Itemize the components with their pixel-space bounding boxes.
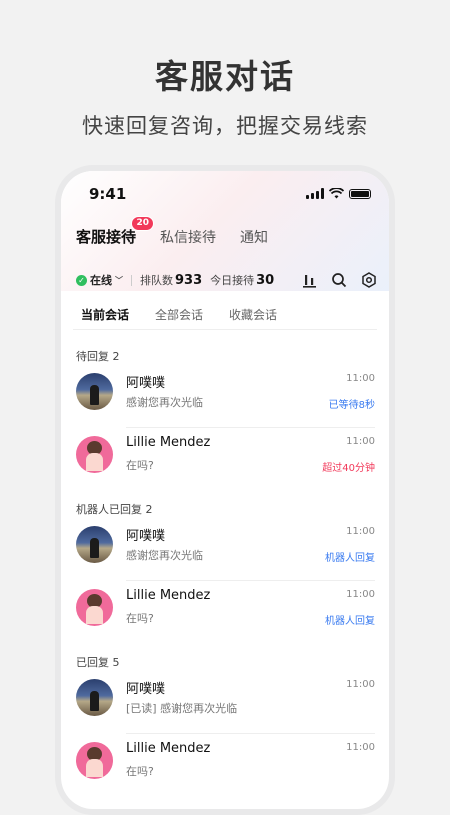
conversation-item[interactable]: Lillie Mendez 在吗? 11:00 超过40分钟	[76, 429, 375, 491]
session-filter-tabs: 当前会话 全部会话 收藏会话	[81, 306, 303, 323]
wifi-icon	[329, 188, 344, 199]
status-bar: 9:41	[61, 185, 389, 209]
message-time: 11:00	[346, 373, 375, 384]
tab-notifications[interactable]: 通知	[240, 227, 268, 247]
last-message: [已读] 感谢您再次光临	[126, 702, 238, 715]
search-icon[interactable]	[331, 272, 347, 288]
last-message: 感谢您再次光临	[126, 396, 203, 409]
contact-name: Lillie Mendez	[126, 588, 211, 603]
last-message: 在吗?	[126, 612, 154, 625]
gear-icon[interactable]	[361, 272, 377, 288]
message-time: 11:00	[346, 526, 375, 537]
divider	[126, 580, 375, 581]
contact-name: 阿噗噗	[126, 529, 166, 544]
tab-customer-service[interactable]: 客服接待 20	[76, 216, 155, 247]
bot-reply-tag: 机器人回复	[325, 553, 375, 564]
status-time: 9:41	[89, 185, 127, 203]
conversation-item[interactable]: Lillie Mendez 在吗? 11:00	[76, 735, 375, 797]
tab-label: 通知	[240, 229, 269, 246]
avatar	[76, 679, 113, 716]
online-status-label: 在线	[90, 274, 112, 287]
divider	[126, 733, 375, 734]
tab-private-message[interactable]: 私信接待	[160, 227, 216, 247]
avatar	[76, 589, 113, 626]
phone-frame: 9:41 客服接待 20 私信接待 通知 ✓ 在线 ﹀ 排队数 933 今日接待…	[55, 165, 395, 815]
check-circle-icon: ✓	[76, 274, 87, 286]
section-header-replied: 已回复 5	[76, 656, 120, 669]
avatar	[76, 526, 113, 563]
avatar	[76, 373, 113, 410]
online-status-dropdown[interactable]: ✓ 在线 ﹀	[76, 272, 123, 288]
today-count: 30	[256, 272, 275, 288]
subtab-all[interactable]: 全部会话	[155, 306, 203, 323]
conversation-item[interactable]: 阿噗噗 感谢您再次光临 11:00 机器人回复	[76, 519, 375, 581]
subtab-current[interactable]: 当前会话	[81, 306, 129, 323]
divider	[73, 329, 377, 330]
bot-reply-tag: 机器人回复	[325, 616, 375, 627]
last-message: 感谢您再次光临	[126, 549, 203, 562]
hero-subtitle: 快速回复咨询，把握交易线索	[82, 114, 368, 138]
battery-icon	[349, 188, 371, 199]
tab-label: 客服接待	[76, 228, 137, 246]
avatar	[76, 436, 113, 473]
last-message: 在吗?	[126, 459, 154, 472]
section-header-bot-replied: 机器人已回复 2	[76, 503, 153, 516]
app-screen: 9:41 客服接待 20 私信接待 通知 ✓ 在线 ﹀ 排队数 933 今日接待…	[61, 171, 389, 809]
message-time: 11:00	[346, 589, 375, 600]
message-time: 11:00	[346, 679, 375, 690]
divider	[126, 427, 375, 428]
hero-title: 客服对话	[155, 57, 295, 96]
contact-name: Lillie Mendez	[126, 741, 211, 756]
contact-name: 阿噗噗	[126, 682, 166, 697]
last-message: 在吗?	[126, 765, 154, 778]
signal-icon	[306, 188, 324, 199]
service-toolbar: ✓ 在线 ﹀ 排队数 933 今日接待 30	[76, 269, 377, 291]
contact-name: 阿噗噗	[126, 376, 166, 391]
wait-status: 已等待8秒	[328, 400, 375, 411]
conversation-item[interactable]: 阿噗噗 感谢您再次光临 11:00 已等待8秒	[76, 366, 375, 428]
today-label: 今日接待	[210, 274, 255, 287]
contact-name: Lillie Mendez	[126, 435, 211, 450]
message-time: 11:00	[346, 436, 375, 447]
main-tabs: 客服接待 20 私信接待 通知	[76, 216, 292, 247]
queue-label: 排队数	[140, 274, 173, 287]
unread-badge: 20	[131, 216, 155, 231]
conversation-item[interactable]: Lillie Mendez 在吗? 11:00 机器人回复	[76, 582, 375, 644]
conversation-item[interactable]: 阿噗噗 [已读] 感谢您再次光临 11:00	[76, 672, 375, 734]
section-header-pending: 待回复 2	[76, 350, 120, 363]
tab-label: 私信接待	[160, 229, 217, 246]
queue-count: 933	[175, 272, 203, 288]
divider	[131, 274, 132, 286]
wait-status: 超过40分钟	[322, 463, 375, 474]
message-time: 11:00	[346, 742, 375, 753]
chevron-down-icon: ﹀	[115, 275, 123, 285]
subtab-favorites[interactable]: 收藏会话	[229, 306, 277, 323]
stats-icon[interactable]	[302, 273, 317, 288]
avatar	[76, 742, 113, 779]
